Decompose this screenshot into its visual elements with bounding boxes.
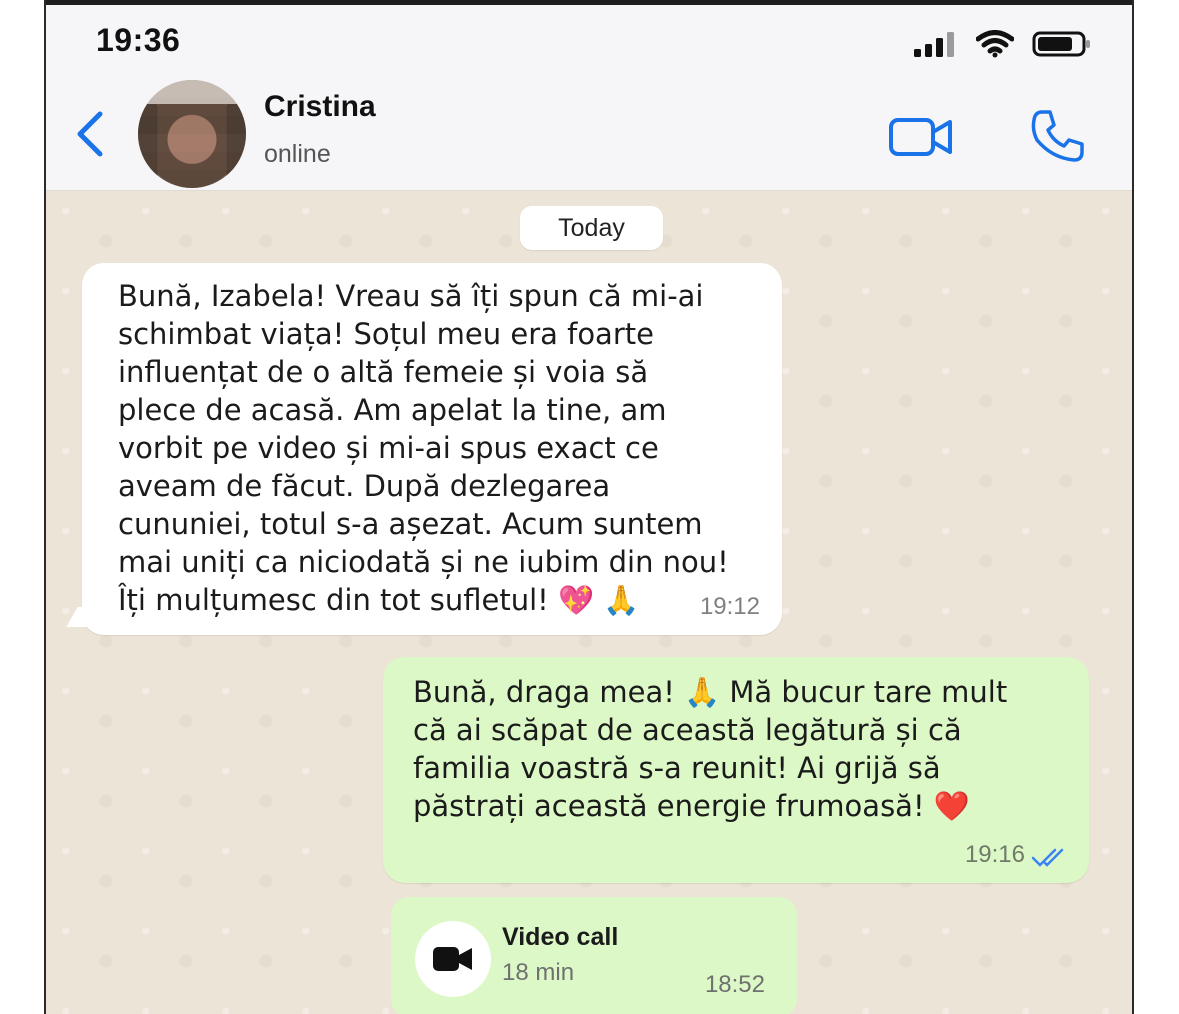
call-icon-circle	[415, 921, 491, 997]
double-check-icon	[1031, 848, 1064, 867]
avatar-image	[138, 80, 246, 188]
wifi-icon	[976, 30, 1014, 58]
date-separator: Today	[520, 206, 663, 250]
frame-top-edge	[46, 0, 1132, 5]
contact-presence: online	[264, 140, 331, 168]
phone-icon	[1031, 110, 1084, 162]
call-time: 18:52	[704, 971, 765, 998]
chat-area[interactable]: Today Bună, Izabela! Vreau să îți spun c…	[46, 190, 1132, 1014]
chat-header: Cristina online	[46, 70, 1132, 190]
video-camera-icon	[433, 947, 472, 971]
message-text: Bună, Izabela! Vreau să îți spun că mi-a…	[118, 279, 729, 617]
message-incoming[interactable]: Bună, Izabela! Vreau să îți spun că mi-a…	[82, 263, 782, 635]
status-icons	[914, 30, 1092, 58]
message-text: Bună, draga mea! 🙏 Mă bucur tare mult că…	[413, 675, 1008, 823]
chevron-left-icon	[77, 111, 103, 157]
status-time: 19:36	[96, 22, 181, 58]
phone-frame: 19:36 Cristina online Today Bună, Izabel…	[44, 0, 1134, 1014]
contact-name[interactable]: Cristina	[264, 90, 376, 124]
message-time: 19:12	[699, 593, 760, 620]
battery-icon	[1032, 31, 1090, 57]
avatar[interactable]	[138, 80, 246, 188]
message-time: 19:16	[964, 841, 1025, 868]
voice-call-button[interactable]	[1028, 108, 1086, 171]
video-call-button[interactable]	[888, 114, 954, 165]
call-title: Video call	[502, 923, 619, 951]
back-button[interactable]	[74, 110, 106, 163]
video-camera-icon	[889, 118, 952, 156]
call-duration: 18 min	[502, 959, 575, 986]
signal-icon	[914, 32, 954, 57]
call-log-bubble[interactable]: Video call 18 min 18:52	[391, 897, 797, 1014]
message-outgoing[interactable]: Bună, draga mea! 🙏 Mă bucur tare mult că…	[383, 657, 1089, 883]
